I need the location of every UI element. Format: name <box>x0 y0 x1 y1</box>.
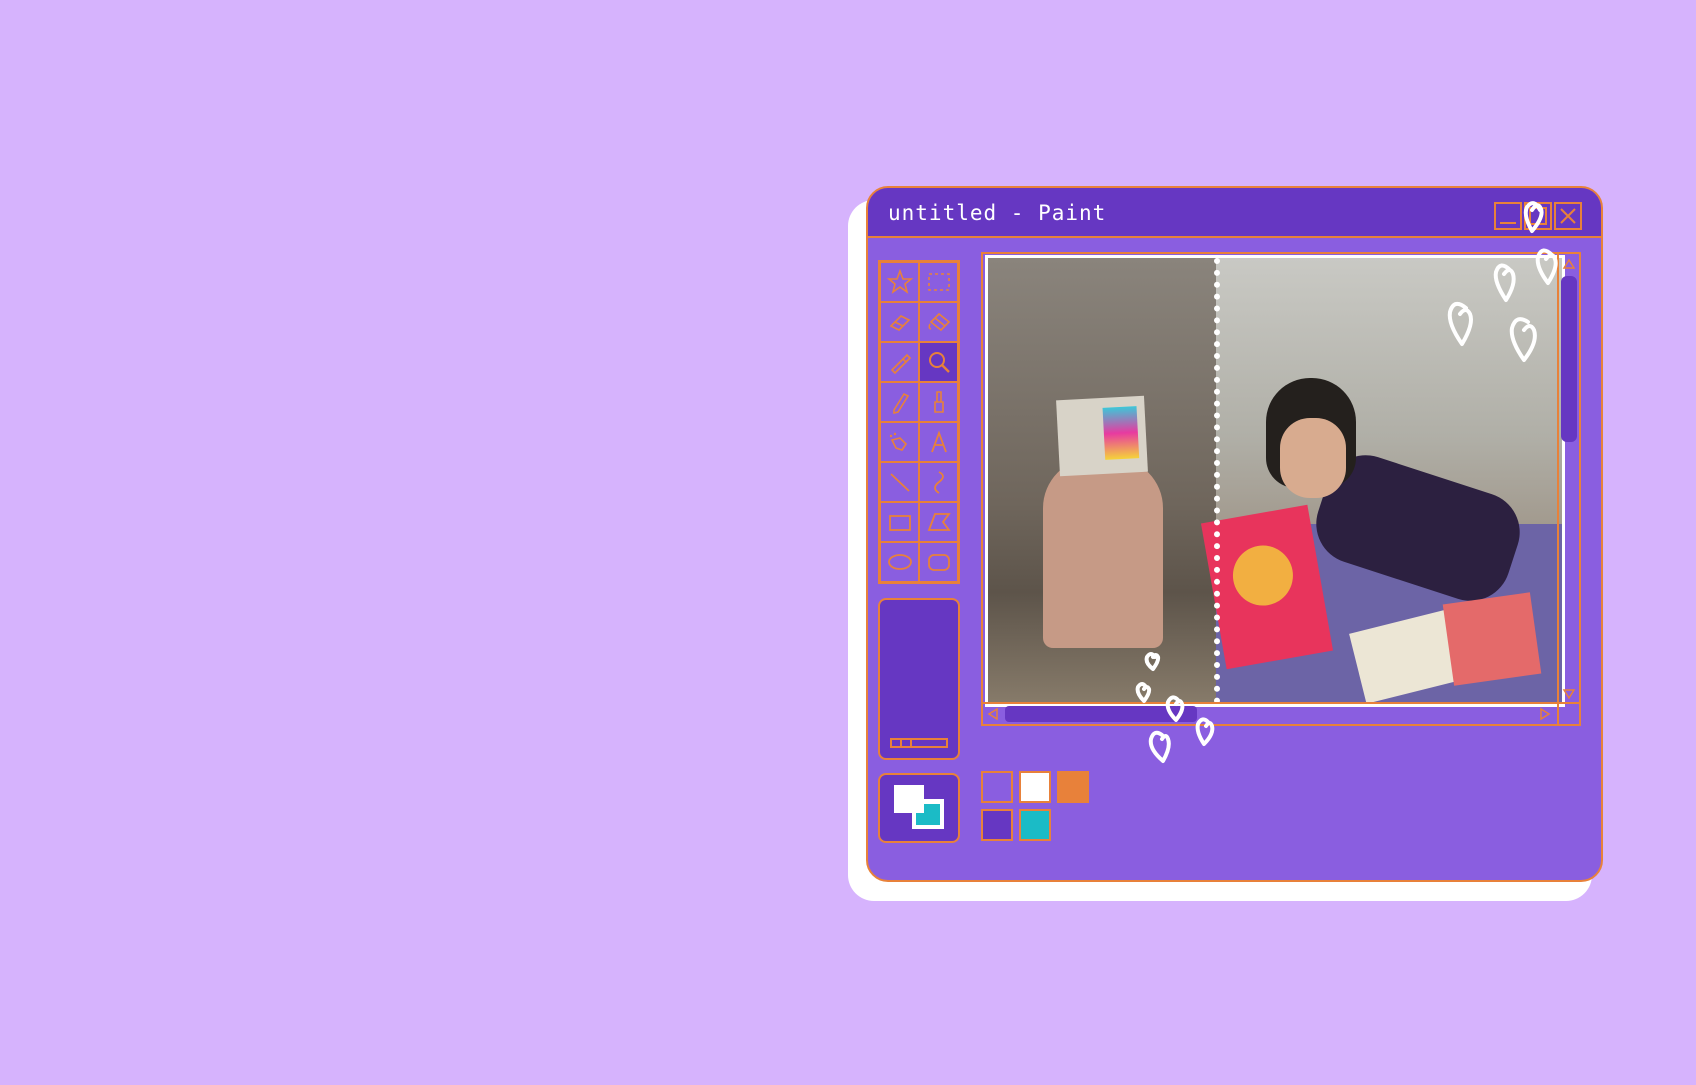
tool-rounded-rectangle[interactable] <box>919 542 958 582</box>
tool-ellipse[interactable] <box>880 542 919 582</box>
tool-rectangle-select[interactable] <box>919 262 958 302</box>
eyedropper-icon <box>890 353 911 375</box>
scroll-down-icon[interactable] <box>1559 684 1579 704</box>
tool-eraser[interactable] <box>880 302 919 342</box>
close-icon <box>1560 208 1576 224</box>
horizontal-scrollbar[interactable] <box>983 702 1579 724</box>
tool-pick-color[interactable] <box>880 342 919 382</box>
tool-brush[interactable] <box>919 382 958 422</box>
tool-options-panel[interactable] <box>878 598 960 760</box>
star-select-icon <box>886 268 913 294</box>
pencil-icon <box>892 392 909 415</box>
canvas-image[interactable] <box>985 255 1565 707</box>
palette-swatch[interactable] <box>1019 809 1051 841</box>
vertical-scrollbar[interactable] <box>1557 254 1579 724</box>
airbrush-icon <box>889 432 907 451</box>
magnifier-icon <box>928 352 950 373</box>
text-icon <box>930 430 947 453</box>
paint-window: untitled - Paint <box>866 186 1603 882</box>
polygon-icon <box>927 513 951 531</box>
tool-polygon[interactable] <box>919 502 958 542</box>
tool-free-form-select[interactable] <box>880 262 919 302</box>
foreground-color[interactable] <box>894 785 924 813</box>
paint-bucket-icon <box>927 312 950 332</box>
photo-person-face <box>1280 418 1346 498</box>
palette-swatch[interactable] <box>981 809 1013 841</box>
horizontal-scroll-thumb[interactable] <box>1005 706 1197 722</box>
tool-text[interactable] <box>919 422 958 462</box>
scroll-right-icon[interactable] <box>1535 704 1555 724</box>
ellipse-icon <box>887 554 912 570</box>
palette-swatch[interactable] <box>1057 771 1089 803</box>
color-selector[interactable] <box>878 773 960 843</box>
maximize-button[interactable] <box>1524 202 1552 230</box>
tool-magnifier[interactable] <box>919 342 958 382</box>
close-button[interactable] <box>1554 202 1582 230</box>
photo-person-sitting <box>1043 458 1163 648</box>
scroll-left-icon[interactable] <box>983 704 1003 724</box>
palette-swatch[interactable] <box>1019 771 1051 803</box>
photo-book-left <box>1056 395 1148 477</box>
maximize-icon <box>1529 207 1547 225</box>
rectangle-icon <box>888 515 911 531</box>
tool-fill[interactable] <box>919 302 958 342</box>
curve-icon <box>933 471 944 494</box>
brush-icon <box>933 391 944 413</box>
rect-select-icon <box>927 273 950 291</box>
minimize-button[interactable] <box>1494 202 1522 230</box>
tool-pencil[interactable] <box>880 382 919 422</box>
tool-line[interactable] <box>880 462 919 502</box>
canvas-area <box>981 252 1581 726</box>
minimize-icon <box>1500 222 1516 224</box>
dotted-divider <box>1214 258 1220 704</box>
scroll-up-icon[interactable] <box>1559 254 1579 274</box>
vertical-scroll-thumb[interactable] <box>1561 276 1577 442</box>
palette-swatch[interactable] <box>981 771 1013 803</box>
window-title: untitled - Paint <box>888 201 1107 225</box>
rounded-rect-icon <box>927 554 950 571</box>
tool-airbrush[interactable] <box>880 422 919 462</box>
toolbox <box>878 260 960 584</box>
tool-rectangle[interactable] <box>880 502 919 542</box>
photo-book-stack <box>1442 592 1542 686</box>
title-bar[interactable]: untitled - Paint <box>868 188 1601 238</box>
tool-curve[interactable] <box>919 462 958 502</box>
line-icon <box>889 473 910 492</box>
eraser-icon <box>889 315 910 331</box>
brush-size-option[interactable] <box>890 738 948 748</box>
